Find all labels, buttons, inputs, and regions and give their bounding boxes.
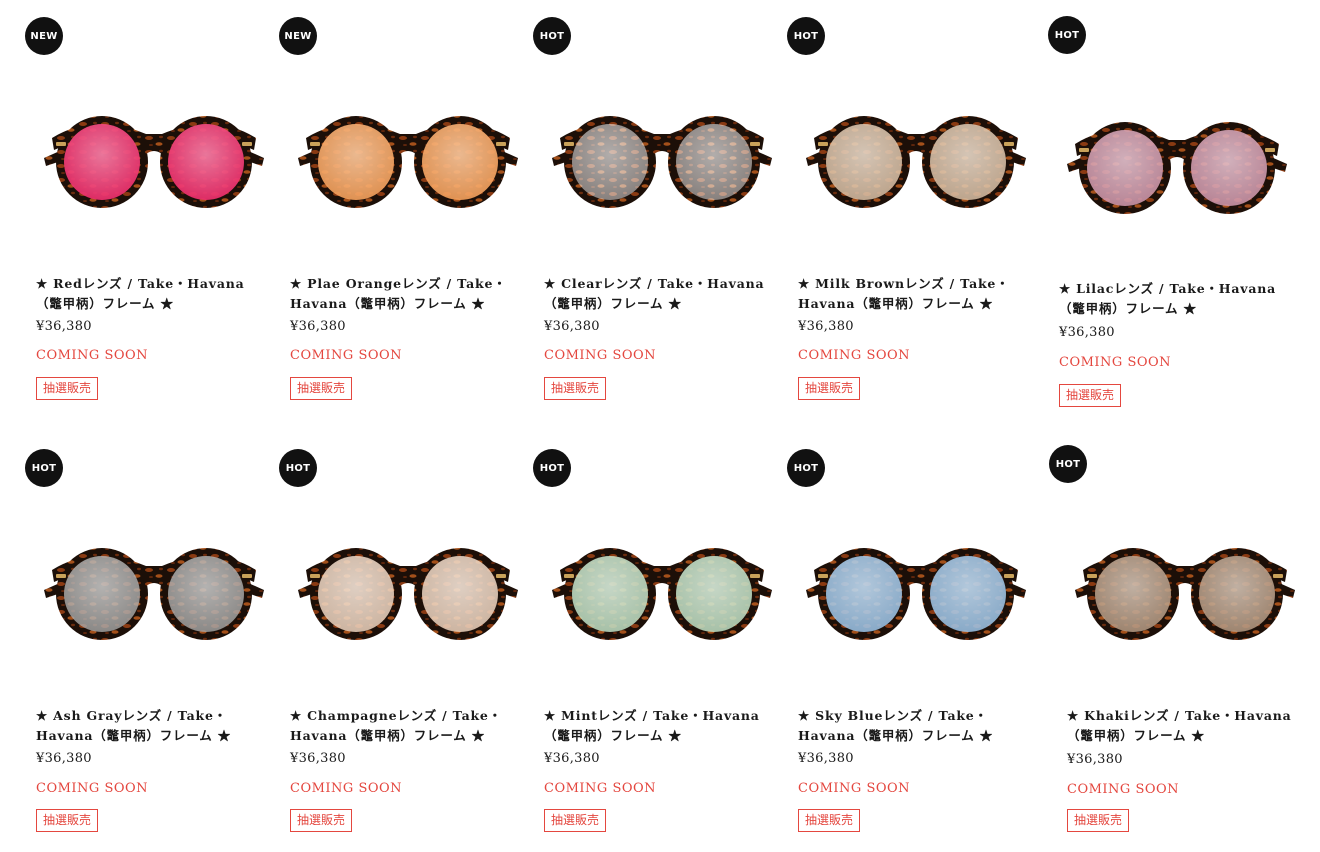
lottery-sale-tag[interactable]: 抽選販売 (1059, 384, 1122, 407)
product-image[interactable] (796, 482, 1036, 682)
coming-soon-label: COMING SOON (798, 348, 911, 363)
product-title[interactable]: ★ Lilacレンズ / Take・Havana（鼈甲柄）フレーム ★ (1059, 279, 1294, 319)
product-price: ¥36,380 (1059, 325, 1115, 340)
product-card[interactable]: HOT ★ Lilacレンズ / Take・Havana（鼈甲柄）フレーム ★ … (1048, 0, 1299, 420)
product-title[interactable]: ★ Clearレンズ / Take・Havana（鼈甲柄）フレーム ★ (544, 274, 779, 314)
product-badge: HOT (787, 17, 825, 55)
product-price: ¥36,380 (798, 319, 854, 334)
product-image[interactable] (34, 482, 274, 682)
product-badge: HOT (1048, 16, 1086, 54)
product-badge: HOT (533, 17, 571, 55)
product-badge: NEW (25, 17, 63, 55)
sunglasses-icon (44, 116, 264, 208)
product-badge: HOT (533, 449, 571, 487)
product-image[interactable] (542, 482, 782, 682)
product-card[interactable]: NEW ★ Redレンズ / Take・Havana（鼈甲柄）フレーム ★ ¥3… (25, 0, 276, 420)
product-title[interactable]: ★ Sky Blueレンズ / Take・Havana（鼈甲柄）フレーム ★ (798, 706, 1033, 746)
lottery-sale-tag[interactable]: 抽選販売 (798, 809, 861, 832)
sunglasses-icon (806, 548, 1026, 640)
product-card[interactable]: HOT ★ Milk Brownレンズ / Take・Havana（鼈甲柄）フレ… (787, 0, 1038, 420)
product-title[interactable]: ★ Milk Brownレンズ / Take・Havana（鼈甲柄）フレーム ★ (798, 274, 1033, 314)
product-image[interactable] (1057, 56, 1297, 256)
product-title[interactable]: ★ Khakiレンズ / Take・Havana（鼈甲柄）フレーム ★ (1067, 706, 1302, 746)
product-title[interactable]: ★ Redレンズ / Take・Havana（鼈甲柄）フレーム ★ (36, 274, 271, 314)
product-title[interactable]: ★ Champagneレンズ / Take・Havana（鼈甲柄）フレーム ★ (290, 706, 525, 746)
product-price: ¥36,380 (290, 319, 346, 334)
product-badge: HOT (25, 449, 63, 487)
product-card[interactable]: NEW ★ Plae Orangeレンズ / Take・Havana（鼈甲柄）フ… (279, 0, 530, 420)
lottery-sale-tag[interactable]: 抽選販売 (36, 377, 99, 400)
product-badge: HOT (279, 449, 317, 487)
product-image[interactable] (542, 50, 782, 250)
sunglasses-icon (1075, 548, 1295, 640)
product-badge: NEW (279, 17, 317, 55)
product-price: ¥36,380 (798, 751, 854, 766)
coming-soon-label: COMING SOON (544, 348, 657, 363)
lottery-sale-tag[interactable]: 抽選販売 (544, 809, 607, 832)
product-card[interactable]: HOT ★ Ash Grayレンズ / Take・Havana（鼈甲柄）フレーム… (25, 432, 276, 852)
coming-soon-label: COMING SOON (36, 348, 149, 363)
lottery-sale-tag[interactable]: 抽選販売 (544, 377, 607, 400)
product-image[interactable] (288, 50, 528, 250)
product-image[interactable] (34, 50, 274, 250)
product-card[interactable]: HOT ★ Mintレンズ / Take・Havana（鼈甲柄）フレーム ★ ¥… (533, 432, 784, 852)
product-price: ¥36,380 (544, 751, 600, 766)
product-price: ¥36,380 (290, 751, 346, 766)
product-price: ¥36,380 (36, 751, 92, 766)
lottery-sale-tag[interactable]: 抽選販売 (290, 809, 353, 832)
product-image[interactable] (1065, 482, 1305, 682)
coming-soon-label: COMING SOON (1067, 782, 1180, 797)
sunglasses-icon (552, 116, 772, 208)
sunglasses-icon (298, 116, 518, 208)
lottery-sale-tag[interactable]: 抽選販売 (36, 809, 99, 832)
product-price: ¥36,380 (1067, 752, 1123, 767)
product-grid: NEW ★ Redレンズ / Take・Havana（鼈甲柄）フレーム ★ ¥3… (0, 0, 1320, 850)
sunglasses-icon (44, 548, 264, 640)
coming-soon-label: COMING SOON (290, 348, 403, 363)
lottery-sale-tag[interactable]: 抽選販売 (290, 377, 353, 400)
product-card[interactable]: HOT ★ Clearレンズ / Take・Havana（鼈甲柄）フレーム ★ … (533, 0, 784, 420)
product-card[interactable]: HOT ★ Champagneレンズ / Take・Havana（鼈甲柄）フレー… (279, 432, 530, 852)
coming-soon-label: COMING SOON (544, 781, 657, 796)
sunglasses-icon (552, 548, 772, 640)
product-price: ¥36,380 (544, 319, 600, 334)
product-image[interactable] (288, 482, 528, 682)
coming-soon-label: COMING SOON (290, 781, 403, 796)
product-title[interactable]: ★ Ash Grayレンズ / Take・Havana（鼈甲柄）フレーム ★ (36, 706, 271, 746)
product-image[interactable] (796, 50, 1036, 250)
product-title[interactable]: ★ Plae Orangeレンズ / Take・Havana（鼈甲柄）フレーム … (290, 274, 525, 314)
product-card[interactable]: HOT ★ Khakiレンズ / Take・Havana（鼈甲柄）フレーム ★ … (1049, 432, 1307, 852)
lottery-sale-tag[interactable]: 抽選販売 (798, 377, 861, 400)
coming-soon-label: COMING SOON (36, 781, 149, 796)
product-price: ¥36,380 (36, 319, 92, 334)
sunglasses-icon (1067, 122, 1287, 214)
sunglasses-icon (806, 116, 1026, 208)
coming-soon-label: COMING SOON (798, 781, 911, 796)
lottery-sale-tag[interactable]: 抽選販売 (1067, 809, 1130, 832)
coming-soon-label: COMING SOON (1059, 355, 1172, 370)
product-title[interactable]: ★ Mintレンズ / Take・Havana（鼈甲柄）フレーム ★ (544, 706, 779, 746)
sunglasses-icon (298, 548, 518, 640)
product-badge: HOT (1049, 445, 1087, 483)
product-badge: HOT (787, 449, 825, 487)
product-card[interactable]: HOT ★ Sky Blueレンズ / Take・Havana（鼈甲柄）フレーム… (787, 432, 1038, 852)
